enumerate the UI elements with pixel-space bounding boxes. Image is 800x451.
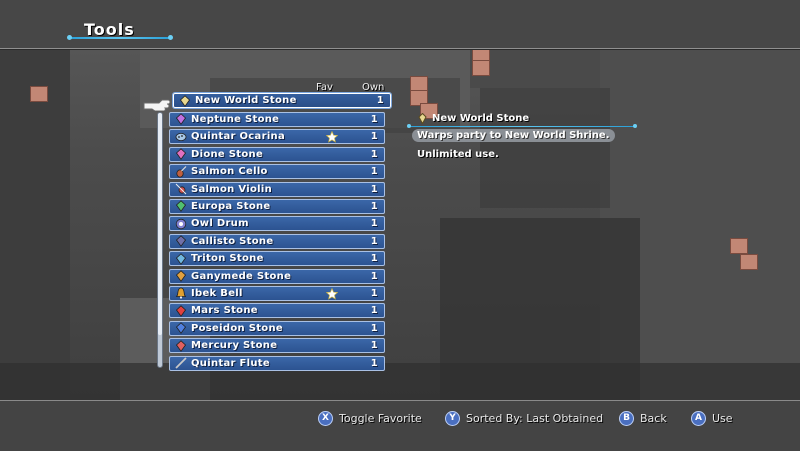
item-own-count: 1 [370,200,378,212]
item-own-count: 1 [370,166,378,178]
list-item[interactable]: Neptune Stone 1 [169,111,385,127]
detail-item-name: New World Stone [432,113,530,124]
favorite-star-icon [325,130,339,144]
item-own-count: 1 [370,287,378,299]
item-name: Callisto Stone [191,235,274,247]
hint-back[interactable]: B Back [619,410,667,426]
list-item[interactable]: Quintar Flute 1 [169,355,385,371]
stone-icon [179,94,191,107]
x-button-icon: X [318,410,333,426]
list-scrollbar[interactable] [157,112,163,368]
item-own-count: 1 [370,131,378,143]
item-name: Quintar Ocarina [191,131,286,143]
detail-divider [407,124,637,128]
list-item[interactable]: Dione Stone 1 [169,146,385,162]
stone-icon [175,270,187,282]
item-name: Salmon Violin [191,183,273,195]
column-header-own: Own [362,82,385,93]
flute-icon [175,357,187,369]
stone-icon [175,235,187,248]
stone-icon [175,339,187,352]
scrollbar-thumb[interactable] [158,113,162,335]
item-own-count: 1 [370,148,378,160]
item-own-count: 1 [370,218,378,230]
item-name: Owl Drum [191,218,249,230]
stone-icon [175,305,187,317]
item-name: Dione Stone [191,148,264,160]
item-name: Ganymede Stone [191,270,292,282]
list-item[interactable]: Poseidon Stone 1 [169,320,385,336]
stone-icon [418,113,427,124]
item-name: New World Stone [195,95,297,106]
stone-icon [175,200,187,213]
item-name: Quintar Flute [191,357,270,369]
list-item[interactable]: Triton Stone 1 [169,251,385,267]
title-underline [67,35,173,40]
bell-icon [175,287,187,299]
list-item[interactable]: Owl Drum 1 [169,216,385,232]
a-button-icon: A [691,410,706,426]
hint-use[interactable]: A Use [691,410,733,426]
favorite-star-icon [325,287,339,300]
item-name: Europa Stone [191,200,271,212]
footer-bar: X Toggle Favorite Y Sorted By: Last Obta… [0,400,800,451]
list-item[interactable]: Quintar Ocarina 1 [169,129,385,145]
stone-icon [175,113,187,126]
item-own-count: 1 [370,253,378,265]
hint-label: Use [712,411,733,425]
list-item[interactable]: Salmon Violin 1 [169,181,385,197]
item-own-count: 1 [370,113,378,125]
cello-icon [175,165,187,178]
detail-description: Warps party to New World Shrine. [412,129,615,142]
violin-icon [175,183,187,195]
item-own-count: 1 [370,322,378,334]
detail-header: New World Stone [418,113,529,124]
ocarina-icon [175,131,187,143]
item-own-count: 1 [370,357,378,369]
item-own-count: 1 [370,235,378,247]
item-name: Salmon Cello [191,166,268,178]
stone-icon [175,322,187,335]
hint-toggle-favorite[interactable]: X Toggle Favorite [318,410,422,426]
list-item[interactable]: New World Stone 1 [172,92,392,109]
hint-sort[interactable]: Y Sorted By: Last Obtained [445,410,604,426]
list-item[interactable]: Mars Stone 1 [169,303,385,319]
item-name: Ibek Bell [191,287,243,299]
list-item[interactable]: Mercury Stone 1 [169,338,385,354]
hint-label: Toggle Favorite [339,411,422,425]
list-item[interactable]: Ibek Bell 1 [169,285,385,301]
column-header-fav: Fav [316,82,333,93]
item-name: Mercury Stone [191,340,278,352]
header-bar: Tools [0,0,800,49]
item-name: Mars Stone [191,305,258,317]
b-button-icon: B [619,410,634,426]
list-item[interactable]: Europa Stone 1 [169,198,385,214]
item-name: Poseidon Stone [191,322,283,334]
list-item[interactable]: Salmon Cello 1 [169,164,385,180]
pointer-hand-icon [143,99,171,111]
stone-icon [175,252,187,265]
hint-label: Sorted By: Last Obtained [466,411,604,425]
item-own-count: 1 [370,183,378,195]
list-item[interactable]: Callisto Stone 1 [169,233,385,249]
item-name: Neptune Stone [191,113,280,125]
drum-icon [175,218,187,230]
item-own-count: 1 [370,340,378,352]
y-button-icon: Y [445,410,460,426]
background-scene [0,48,800,400]
list-item[interactable]: Ganymede Stone 1 [169,268,385,284]
detail-note: Unlimited use. [417,149,499,160]
item-own-count: 1 [376,95,384,106]
stone-icon [175,148,187,161]
item-name: Triton Stone [191,253,264,265]
item-own-count: 1 [370,270,378,282]
hint-label: Back [640,411,667,425]
item-own-count: 1 [370,305,378,317]
